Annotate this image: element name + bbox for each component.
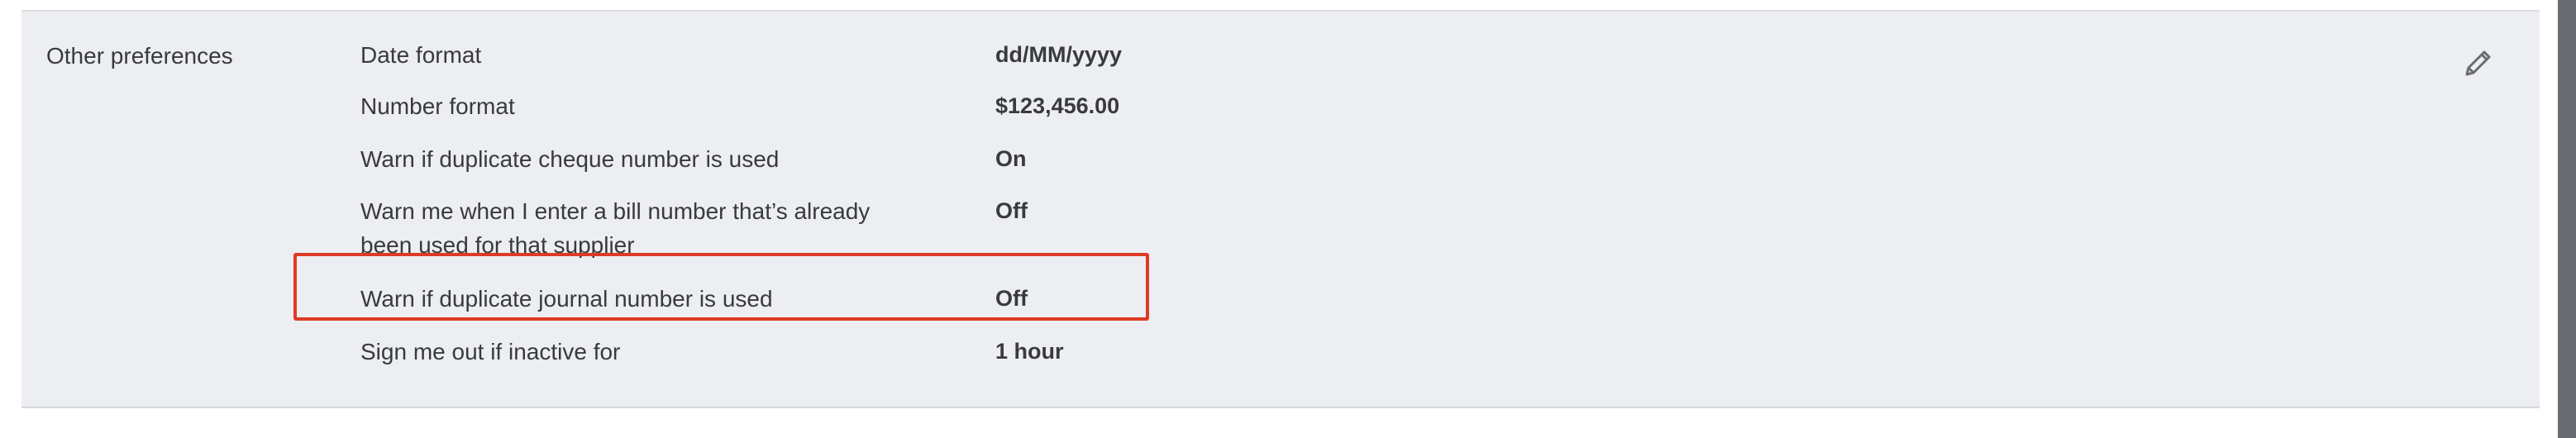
date-format-value: dd/MM/yyyy xyxy=(995,42,1123,67)
inactive-signout-value: 1 hour xyxy=(995,339,1064,364)
date-format-label: Date format xyxy=(360,42,482,68)
number-format-value: $123,456.00 xyxy=(995,93,1120,118)
duplicate-bill-warning-label: Warn me when I enter a bill number that’… xyxy=(360,198,871,258)
duplicate-cheque-warning-label: Warn if duplicate cheque number is used xyxy=(360,146,780,172)
preferences-page: Other preferences Date format dd/MM/yyyy… xyxy=(0,0,2576,438)
duplicate-cheque-warning-value: On xyxy=(995,146,1027,171)
inactive-signout-label: Sign me out if inactive for xyxy=(360,339,621,364)
section-title: Other preferences xyxy=(46,43,233,69)
number-format-label: Number format xyxy=(360,93,515,119)
other-preferences-panel[interactable]: Other preferences Date format dd/MM/yyyy… xyxy=(21,10,2540,408)
journal-number-highlight-box xyxy=(293,253,1149,321)
pencil-icon[interactable] xyxy=(2460,45,2497,81)
vertical-scrollbar[interactable] xyxy=(2558,0,2576,438)
duplicate-bill-warning-value: Off xyxy=(995,198,1028,223)
